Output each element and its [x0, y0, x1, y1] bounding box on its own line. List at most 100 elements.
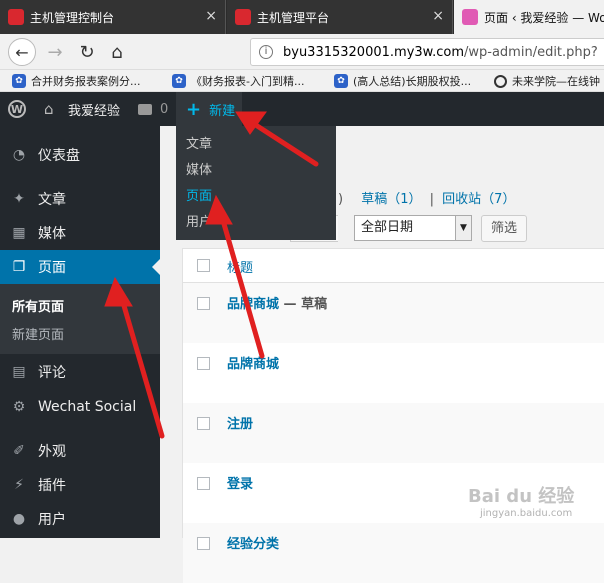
filter-partial: ) — [338, 192, 344, 207]
close-tab-icon[interactable]: × — [205, 9, 217, 23]
bookmark-label: 《财务报表-入门到精... — [191, 75, 305, 88]
tab-title: 主机管理平台 — [257, 10, 330, 25]
bookmark-label: 合并财务报表案例分... — [31, 75, 141, 88]
new-menu-item-media[interactable]: 媒体 — [176, 158, 336, 184]
baidu-watermark: Bai du 经验 — [468, 486, 575, 507]
back-arrow-icon[interactable]: ← — [8, 38, 36, 66]
globe-icon — [494, 74, 507, 88]
gear-icon: ⚙ — [12, 399, 26, 415]
table-header: 标题 — [183, 249, 604, 283]
forward-arrow-icon[interactable]: → — [42, 39, 68, 65]
new-menu-item-post[interactable]: 文章 — [176, 132, 336, 158]
paw-icon: ✿ — [334, 74, 348, 88]
brush-icon: ✐ — [13, 443, 25, 459]
column-title-header[interactable]: 标题 — [227, 257, 253, 276]
row-checkbox[interactable] — [197, 297, 210, 310]
wp-admin-bar: W ⌂ 我爱经验 0 + 新建 — [0, 92, 604, 126]
submenu-new-page[interactable]: 新建页面 — [12, 324, 64, 343]
pages-submenu: 所有页面 新建页面 — [0, 284, 160, 354]
comment-icon: ▤ — [12, 364, 26, 380]
bookmark-label: (高人总结)长期股权投... — [353, 75, 472, 88]
sidebar-item-label: 外观 — [38, 444, 66, 460]
sidebar-item-label: 页面 — [38, 260, 66, 276]
sidebar-item-users[interactable]: ● 用户 — [0, 502, 160, 536]
filter-button[interactable]: 筛选 — [481, 215, 527, 242]
home-icon[interactable]: ⌂ — [104, 39, 130, 65]
page-title-link[interactable]: 品牌商城 — 草稿 — [227, 293, 327, 312]
page-title-link[interactable]: 经验分类 — [227, 533, 279, 552]
new-content-dropdown: 文章 媒体 页面 用户 — [176, 126, 336, 240]
table-row: 经验分类 — [183, 523, 604, 583]
new-menu-item-user[interactable]: 用户 — [176, 210, 336, 236]
filter-separator: | — [429, 192, 435, 207]
browser-tab[interactable]: 主机管理平台 × — [227, 0, 453, 34]
comment-count: 0 — [160, 101, 169, 117]
url-field[interactable]: i byu3315320001.my3w.com /wp-admin/edit.… — [250, 38, 604, 66]
table-row: 注册 — [183, 403, 604, 463]
bookmark-item[interactable]: 未来学院—在线钟 — [494, 73, 600, 89]
row-checkbox[interactable] — [197, 357, 210, 370]
page-title-link[interactable]: 登录 — [227, 473, 253, 492]
table-row: 品牌商城 — 草稿 — [183, 283, 604, 343]
sidebar-item-appearance[interactable]: ✐ 外观 — [0, 434, 160, 468]
comment-icon[interactable] — [138, 92, 152, 126]
media-icon: ▦ — [12, 225, 26, 241]
new-menu-item-page[interactable]: 页面 — [176, 184, 336, 210]
dropdown-arrow-icon[interactable]: ▼ — [455, 216, 471, 240]
paw-icon: ✿ — [12, 74, 26, 88]
site-favicon-icon — [235, 9, 251, 25]
bookmark-item[interactable]: ✿ (高人总结)长期股权投... — [334, 73, 471, 89]
bookmark-item[interactable]: ✿ 合并财务报表案例分... — [12, 73, 141, 89]
site-name-link[interactable]: 我爱经验 — [68, 92, 120, 126]
sidebar-item-label: 仪表盘 — [38, 148, 80, 164]
sidebar-item-label: 用户 — [38, 512, 66, 528]
page-title-link[interactable]: 注册 — [227, 413, 253, 432]
new-content-button[interactable]: + 新建 — [176, 92, 242, 126]
close-tab-icon[interactable]: × — [432, 9, 444, 23]
browser-tab-active[interactable]: 页面 ‹ 我爱经验 — Wo — [454, 0, 604, 34]
sidebar-item-comments[interactable]: ▤ 评论 — [0, 355, 160, 389]
row-checkbox[interactable] — [197, 537, 210, 550]
sidebar-item-label: 评论 — [38, 365, 66, 381]
page-title-link[interactable]: 品牌商城 — [227, 353, 279, 372]
submenu-all-pages[interactable]: 所有页面 — [12, 296, 64, 315]
row-checkbox[interactable] — [197, 477, 210, 490]
bookmarks-bar: ✿ 合并财务报表案例分... ✿ 《财务报表-入门到精... ✿ (高人总结)长… — [0, 70, 604, 92]
sidebar-item-pages[interactable]: ❐ 页面 — [0, 250, 160, 284]
admin-sidebar: ◔ 仪表盘 ✦ 文章 ▦ 媒体 ❐ 页面 所有页面 新建页面 ▤ 评论 ⚙ We… — [0, 126, 160, 538]
user-icon: ● — [12, 511, 26, 527]
sidebar-item-dashboard[interactable]: ◔ 仪表盘 — [0, 138, 160, 172]
dashboard-icon: ◔ — [12, 147, 26, 163]
sidebar-item-label: 插件 — [38, 478, 66, 494]
tab-title: 主机管理控制台 — [30, 10, 115, 25]
filter-trash-link[interactable]: 回收站（7） — [442, 192, 515, 207]
select-all-checkbox[interactable] — [197, 259, 210, 272]
reload-icon[interactable]: ↻ — [74, 39, 100, 65]
url-host: byu3315320001.my3w.com — [283, 44, 464, 60]
row-checkbox[interactable] — [197, 417, 210, 430]
pages-icon: ❐ — [12, 259, 26, 275]
browser-tab-bar: 主机管理控制台 × 主机管理平台 × 页面 ‹ 我爱经验 — Wo — [0, 0, 604, 34]
tab-title: 页面 ‹ 我爱经验 — Wo — [484, 10, 604, 25]
table-row: 品牌商城 — [183, 343, 604, 403]
sidebar-item-posts[interactable]: ✦ 文章 — [0, 182, 160, 216]
browser-tab[interactable]: 主机管理控制台 × — [0, 0, 226, 34]
wordpress-logo-icon[interactable]: W — [8, 100, 26, 118]
sidebar-item-wechat-social[interactable]: ⚙ Wechat Social — [0, 390, 160, 424]
pin-icon: ✦ — [13, 191, 25, 207]
plus-icon: + — [186, 98, 202, 120]
date-filter-select[interactable]: 全部日期 ▼ — [354, 215, 472, 241]
sidebar-item-media[interactable]: ▦ 媒体 — [0, 216, 160, 250]
status-filters: ) 草稿（1） | 回收站（7） — [338, 188, 515, 207]
new-label: 新建 — [209, 103, 236, 119]
page-state: — 草稿 — [279, 297, 328, 312]
bookmark-item[interactable]: ✿ 《财务报表-入门到精... — [172, 73, 304, 89]
sidebar-item-label: 文章 — [38, 192, 66, 208]
baidu-watermark-url: jingyan.baidu.com — [480, 508, 573, 519]
paw-icon: ✿ — [172, 74, 186, 88]
sidebar-item-label: 媒体 — [38, 226, 66, 242]
filter-drafts-link[interactable]: 草稿（1） — [361, 192, 421, 207]
sidebar-item-plugins[interactable]: ⚡ 插件 — [0, 468, 160, 502]
home-icon[interactable]: ⌂ — [44, 92, 54, 126]
info-icon[interactable]: i — [259, 45, 273, 59]
